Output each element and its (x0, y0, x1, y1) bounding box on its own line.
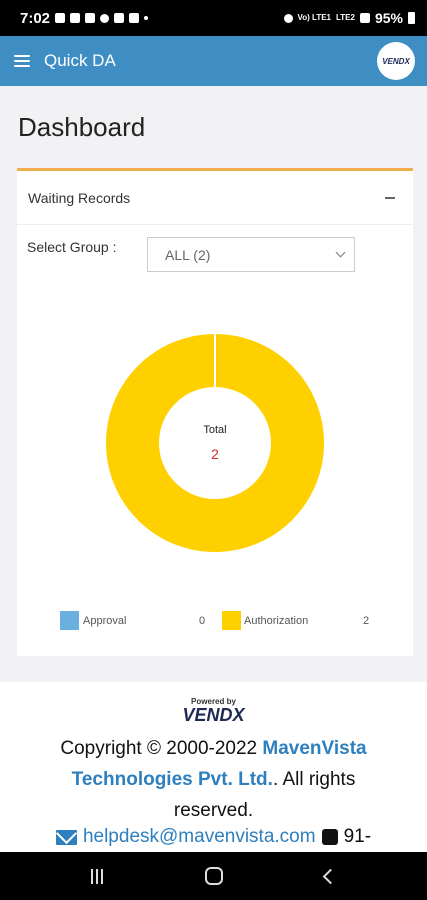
status-right: Vo) LTE1 LTE2 95% (283, 10, 415, 26)
youtube-icon (129, 13, 140, 23)
app-title: Quick DA (44, 51, 116, 70)
donut-chart-svg: Total 2 (106, 334, 324, 552)
battery-level: 95% (374, 10, 403, 26)
status-left: 7:02 (20, 9, 149, 27)
status-bar: 7:02 Vo) LTE1 LTE2 95% (0, 0, 427, 36)
back-button[interactable] (322, 868, 339, 884)
waiting-records-card: Waiting Records Select Group : ALL (2) T… (17, 168, 413, 656)
battery-icon (408, 12, 415, 24)
phone-icon (321, 829, 338, 845)
network-indicator-2: LTE2 (336, 13, 355, 22)
legend-label-approval: Approval (83, 615, 127, 627)
donut-center-value: 2 (211, 446, 219, 462)
legend-swatch-approval (60, 611, 79, 630)
recent-apps-button[interactable] (91, 868, 103, 884)
home-button[interactable] (205, 867, 223, 885)
copyright-prefix: Copyright © 2000-2022 (60, 738, 263, 759)
donut-chart: Total 2 (17, 321, 413, 561)
status-time: 7:02 (20, 9, 51, 27)
group-select[interactable]: ALL (2) (147, 237, 355, 272)
legend-label-authorization: Authorization (244, 615, 309, 627)
nav-bar (0, 852, 427, 900)
chevron-down-icon (335, 247, 346, 258)
app-icon (100, 13, 110, 23)
avatar[interactable]: VENDX (377, 42, 415, 80)
email-link[interactable]: helpdesk@mavenvista.com (83, 826, 316, 848)
card-header: Waiting Records (17, 171, 413, 225)
footer-logo: VENDX (0, 705, 427, 726)
signal-icon (359, 13, 370, 23)
select-group-label: Select Group : (27, 239, 117, 255)
youtube-icon (114, 13, 125, 23)
more-notifications-dot (144, 16, 149, 20)
legend-value-authorization: 2 (363, 615, 370, 627)
legend-value-approval: 0 (199, 615, 206, 627)
legend-swatch-authorization (222, 611, 241, 630)
donut-center-label: Total (203, 424, 226, 436)
collapse-icon[interactable] (385, 196, 395, 199)
message-icon (55, 13, 66, 23)
alarm-icon (283, 13, 293, 23)
notification-icon (70, 13, 81, 23)
contact-row: helpdesk@mavenvista.com 91- (0, 826, 427, 848)
card-title: Waiting Records (28, 189, 131, 206)
page-title: Dashboard (18, 112, 146, 142)
app-bar: Quick DA VENDX (0, 36, 427, 86)
image-icon (85, 13, 96, 23)
phone-number[interactable]: 91- (344, 826, 371, 848)
network-indicator: Vo) LTE1 (297, 13, 331, 22)
menu-icon[interactable] (14, 55, 30, 67)
footer-logo-text: VENDX (182, 705, 245, 725)
copyright: Copyright © 2000-2022 MavenVista Technol… (30, 733, 397, 826)
mail-icon (55, 829, 77, 845)
chart-legend: Approval 0 Authorization 2 (17, 609, 413, 633)
group-select-value: ALL (2) (165, 246, 211, 263)
footer: Powered by VENDX Copyright © 2000-2022 M… (0, 682, 427, 852)
